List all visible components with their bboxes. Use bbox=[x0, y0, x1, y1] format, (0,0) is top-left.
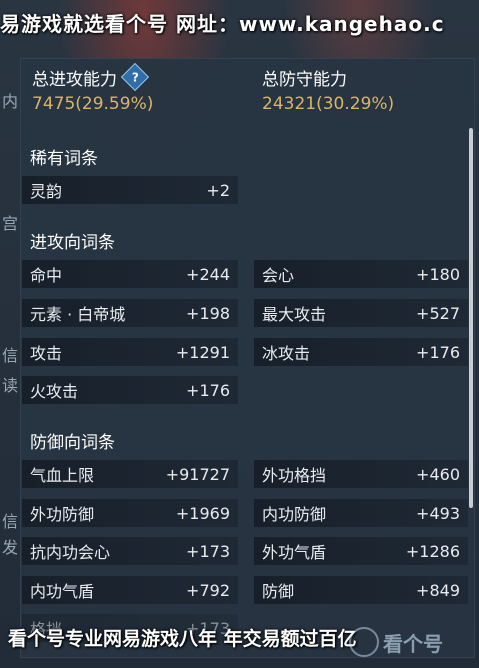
stat-name: 外功气盾 bbox=[262, 543, 327, 562]
stat-row: 会心 +180 bbox=[254, 260, 468, 288]
stat-row: 元素 · 白帝城 +198 bbox=[22, 299, 238, 327]
stat-name: 内功气盾 bbox=[30, 582, 95, 601]
stat-value: +176 bbox=[186, 380, 230, 400]
stat-row: 外功防御 +1969 bbox=[22, 499, 238, 527]
total-defense-label: 总防守能力 bbox=[262, 69, 347, 90]
stat-value: +849 bbox=[416, 580, 460, 600]
total-attack: 总进攻能力 ? 7475(29.59%) bbox=[32, 62, 154, 114]
left-strip-char: 读 bbox=[2, 376, 19, 395]
stat-name: 命中 bbox=[30, 266, 63, 285]
section-title-attack: 进攻向词条 bbox=[30, 233, 115, 253]
stat-name: 会心 bbox=[262, 266, 295, 285]
stat-name: 攻击 bbox=[30, 344, 63, 363]
attribute-panel: 总进攻能力 ? 7475(29.59%) 总防守能力 24321(30.29%)… bbox=[20, 58, 475, 658]
section-title-rare: 稀有词条 bbox=[30, 149, 98, 169]
watermark-bottom: 看个号专业网易游戏八年 年交易额过百亿 bbox=[8, 628, 357, 650]
stat-row: 外功格挡 +460 bbox=[254, 460, 468, 488]
stat-value: +792 bbox=[186, 580, 230, 600]
stat-name: 冰攻击 bbox=[262, 344, 311, 363]
logo-icon bbox=[349, 627, 379, 657]
total-defense: 总防守能力 24321(30.29%) bbox=[262, 66, 395, 115]
stat-name: 外功格挡 bbox=[262, 466, 327, 485]
stat-name: 火攻击 bbox=[30, 382, 79, 401]
left-strip-char: 信 bbox=[2, 512, 19, 531]
stat-name: 防御 bbox=[262, 582, 295, 601]
section-title-defense: 防御向词条 bbox=[30, 433, 115, 453]
left-sidebar-fragment: 内 宫 信 读 信 发 bbox=[0, 60, 18, 620]
total-attack-value: 7475(29.59%) bbox=[32, 94, 154, 114]
stat-row: 火攻击 +176 bbox=[22, 376, 238, 404]
stat-row: 冰攻击 +176 bbox=[254, 338, 468, 366]
logo-text: 看个号 bbox=[383, 631, 443, 656]
stat-name: 元素 · 白帝城 bbox=[30, 305, 126, 324]
stat-row: 内功气盾 +792 bbox=[22, 576, 238, 604]
stat-value: +173 bbox=[186, 541, 230, 561]
left-strip-char: 宫 bbox=[2, 214, 19, 233]
stat-row: 抗内功会心 +173 bbox=[22, 537, 238, 565]
stat-value: +91727 bbox=[165, 464, 230, 484]
stat-value: +2 bbox=[206, 180, 230, 200]
stat-value: +1291 bbox=[175, 342, 230, 362]
stat-row: 内功防御 +493 bbox=[254, 499, 468, 527]
left-strip-char: 内 bbox=[2, 92, 19, 111]
watermark-logo: 看个号 bbox=[349, 626, 467, 658]
stat-name: 最大攻击 bbox=[262, 305, 327, 324]
stat-row: 命中 +244 bbox=[22, 260, 238, 288]
stat-row: 气血上限 +91727 bbox=[22, 460, 238, 488]
stat-value: +244 bbox=[186, 264, 230, 284]
stat-row: 最大攻击 +527 bbox=[254, 299, 468, 327]
stat-row: 防御 +849 bbox=[254, 576, 468, 604]
watermark-top: 易游戏就选看个号 网址：www.kangehao.c bbox=[0, 12, 445, 36]
stat-value: +180 bbox=[416, 264, 460, 284]
stat-row: 外功气盾 +1286 bbox=[254, 537, 468, 565]
stat-row: 灵韵 +2 bbox=[22, 176, 238, 204]
left-strip-char: 信 bbox=[2, 346, 19, 365]
stat-name: 抗内功会心 bbox=[30, 543, 111, 562]
total-defense-value: 24321(30.29%) bbox=[262, 94, 395, 114]
summary-header: 总进攻能力 ? 7475(29.59%) 总防守能力 24321(30.29%) bbox=[30, 62, 470, 120]
scrollbar[interactable] bbox=[469, 128, 473, 508]
stat-value: +176 bbox=[416, 342, 460, 362]
stat-value: +1969 bbox=[175, 503, 230, 523]
stat-value: +198 bbox=[186, 303, 230, 323]
stat-value: +493 bbox=[416, 503, 460, 523]
left-strip-char: 发 bbox=[2, 538, 19, 557]
stat-name: 气血上限 bbox=[30, 466, 95, 485]
stat-row: 攻击 +1291 bbox=[22, 338, 238, 366]
stat-value: +460 bbox=[416, 464, 460, 484]
stat-name: 外功防御 bbox=[30, 505, 95, 524]
stat-name: 内功防御 bbox=[262, 505, 327, 524]
stat-name: 灵韵 bbox=[30, 182, 63, 201]
stat-value: +527 bbox=[416, 303, 460, 323]
stat-value: +1286 bbox=[405, 541, 460, 561]
total-attack-label: 总进攻能力 bbox=[32, 69, 117, 90]
help-icon[interactable]: ? bbox=[120, 62, 150, 92]
